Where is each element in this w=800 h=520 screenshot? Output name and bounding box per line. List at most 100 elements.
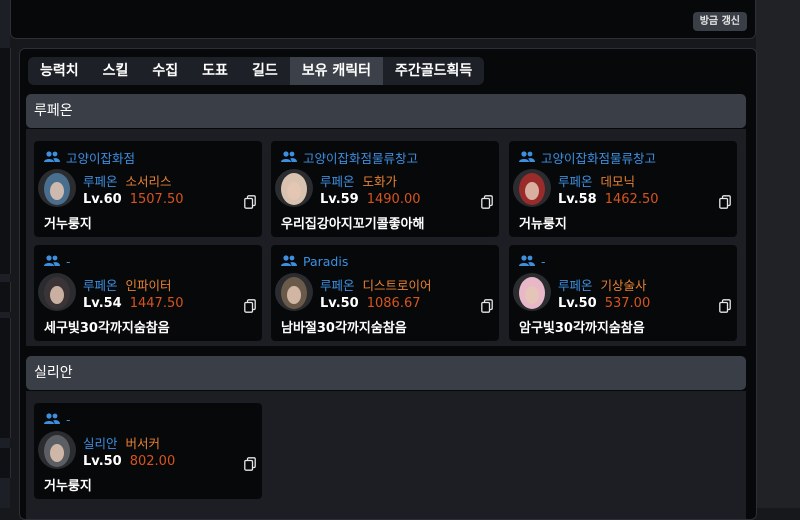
guild-name[interactable]: 고양이잡화점물류창고 — [541, 148, 656, 167]
server-class-line: 루페온 도화가 — [320, 171, 397, 190]
character-level: Lv.60 — [83, 192, 122, 207]
character-class: 소서리스 — [125, 174, 172, 189]
tab-weekly-gold[interactable]: 주간골드획득 — [383, 57, 484, 85]
character-avatar — [38, 273, 76, 311]
tab-stats[interactable]: 능력치 — [28, 57, 91, 85]
item-level: 537.00 — [604, 296, 651, 311]
character-card[interactable]: - 실리안 버서커 Lv.50 802.00 거누룽지 — [34, 403, 262, 499]
character-server: 실리안 — [83, 436, 118, 451]
item-level: 1490.00 — [366, 192, 421, 207]
server-class-line: 루페온 인파이터 — [83, 275, 172, 294]
guild-row: Paradis — [281, 253, 348, 269]
users-icon — [44, 413, 60, 424]
item-level: 1462.50 — [604, 192, 659, 207]
character-level: Lv.50 — [320, 296, 359, 311]
guild-row: 고양이잡화점 — [44, 148, 135, 167]
guild-row: - — [519, 253, 546, 269]
item-level: 802.00 — [129, 454, 176, 469]
guild-row: - — [44, 253, 71, 269]
character-name[interactable]: 거누룽지 — [44, 213, 92, 232]
character-level: Lv.58 — [558, 192, 597, 207]
character-card[interactable]: 고양이잡화점물류창고루페온 도화가 Lv.59 1490.00 우리집강아지꼬기콜좋아해 — [271, 141, 499, 237]
server-class-line: 실리안 버서커 — [83, 433, 160, 452]
users-icon — [281, 255, 297, 266]
users-icon — [281, 151, 297, 162]
users-icon — [519, 151, 535, 162]
users-icon — [44, 255, 60, 266]
copy-icon[interactable] — [244, 457, 256, 471]
character-avatar — [38, 431, 76, 469]
users-icon — [44, 151, 60, 162]
character-name[interactable]: 남바절30각까지숨참음 — [281, 317, 407, 336]
guild-name[interactable]: - — [66, 254, 71, 269]
guild-name[interactable]: Paradis — [303, 254, 348, 269]
right-page-edge — [756, 0, 800, 508]
character-level: Lv.59 — [320, 192, 359, 207]
guild-name[interactable]: 고양이잡화점물류창고 — [303, 148, 418, 167]
character-class: 인파이터 — [125, 278, 172, 293]
tab-charts[interactable]: 도표 — [190, 57, 240, 85]
character-card[interactable]: - 루페온 기상술사 Lv.50 537.00 암구빛30각까지숨참음 — [509, 245, 737, 341]
copy-icon[interactable] — [719, 195, 731, 209]
character-card[interactable]: Paradis 루페온 디스트로이어 Lv.50 1086.67 남바절30각까지숨참음 — [271, 245, 499, 341]
character-name[interactable]: 거뉴룽지 — [519, 213, 567, 232]
character-name[interactable]: 거누룽지 — [44, 475, 92, 494]
item-level: 1507.50 — [129, 192, 184, 207]
users-icon — [519, 255, 535, 266]
level-line: Lv.60 1507.50 — [83, 192, 184, 207]
copy-icon[interactable] — [719, 299, 731, 313]
refresh-button[interactable]: 방금 갱신 — [692, 12, 747, 31]
tab-collection[interactable]: 수집 — [140, 57, 190, 85]
server-class-line: 루페온 소서리스 — [83, 171, 172, 190]
server-class-line: 루페온 데모닉 — [558, 171, 635, 190]
character-card[interactable]: - 루페온 인파이터 Lv.54 1447.50 세구빛30각까지숨참음 — [34, 245, 262, 341]
character-server: 루페온 — [320, 278, 355, 293]
copy-icon[interactable] — [244, 299, 256, 313]
left-panel-fragment — [0, 448, 11, 478]
character-class: 데모닉 — [600, 174, 636, 189]
character-name[interactable]: 암구빛30각까지숨참음 — [519, 317, 645, 336]
character-name[interactable]: 우리집강아지꼬기콜좋아해 — [281, 213, 425, 232]
item-level: 1447.50 — [129, 296, 184, 311]
left-panel-fragment — [0, 48, 11, 274]
character-class: 디스트로이어 — [362, 278, 432, 293]
character-avatar — [513, 273, 551, 311]
copy-icon[interactable] — [244, 195, 256, 209]
character-avatar — [275, 273, 313, 311]
character-level: Lv.50 — [83, 454, 122, 469]
level-line: Lv.50 802.00 — [83, 454, 175, 469]
tab-skills[interactable]: 스킬 — [91, 57, 141, 85]
characters-panel: 능력치 스킬 수집 도표 길드 보유 캐릭터 주간골드획득 루페온 실리안 고양… — [19, 48, 757, 520]
guild-row: - — [44, 411, 71, 427]
server-group-header: 실리안 — [26, 356, 746, 390]
character-class: 버서커 — [125, 436, 161, 451]
copy-icon[interactable] — [481, 195, 493, 209]
server-class-line: 루페온 디스트로이어 — [320, 275, 432, 294]
copy-icon[interactable] — [481, 299, 493, 313]
guild-name[interactable]: - — [66, 412, 71, 427]
tab-owned-characters[interactable]: 보유 캐릭터 — [289, 57, 383, 85]
character-name[interactable]: 세구빛30각까지숨참음 — [44, 317, 170, 336]
profile-top-bar: 방금 갱신 — [10, 0, 756, 39]
level-line: Lv.59 1490.00 — [320, 192, 421, 207]
guild-name[interactable]: 고양이잡화점 — [66, 148, 135, 167]
character-class: 기상술사 — [600, 278, 647, 293]
character-card[interactable]: 고양이잡화점 루페온 소서리스 Lv.60 1507.50 거누룽지 — [34, 141, 262, 237]
character-class: 도화가 — [362, 174, 398, 189]
tab-guild[interactable]: 길드 — [240, 57, 290, 85]
tab-bar: 능력치 스킬 수집 도표 길드 보유 캐릭터 주간골드획득 — [28, 57, 485, 85]
guild-row: 고양이잡화점물류창고 — [281, 148, 418, 167]
guild-name[interactable]: - — [541, 254, 546, 269]
character-server: 루페온 — [83, 174, 118, 189]
server-class-line: 루페온 기상술사 — [558, 275, 647, 294]
left-panel-fragment — [0, 282, 11, 312]
left-panel-fragment — [0, 318, 11, 438]
character-card[interactable]: 고양이잡화점물류창고루페온 데모닉 Lv.58 1462.50 거뉴룽지 — [509, 141, 737, 237]
character-level: Lv.50 — [558, 296, 597, 311]
item-level: 1086.67 — [366, 296, 421, 311]
character-server: 루페온 — [558, 278, 593, 293]
guild-row: 고양이잡화점물류창고 — [519, 148, 656, 167]
character-avatar — [275, 169, 313, 207]
character-server: 루페온 — [83, 278, 118, 293]
character-avatar — [513, 169, 551, 207]
